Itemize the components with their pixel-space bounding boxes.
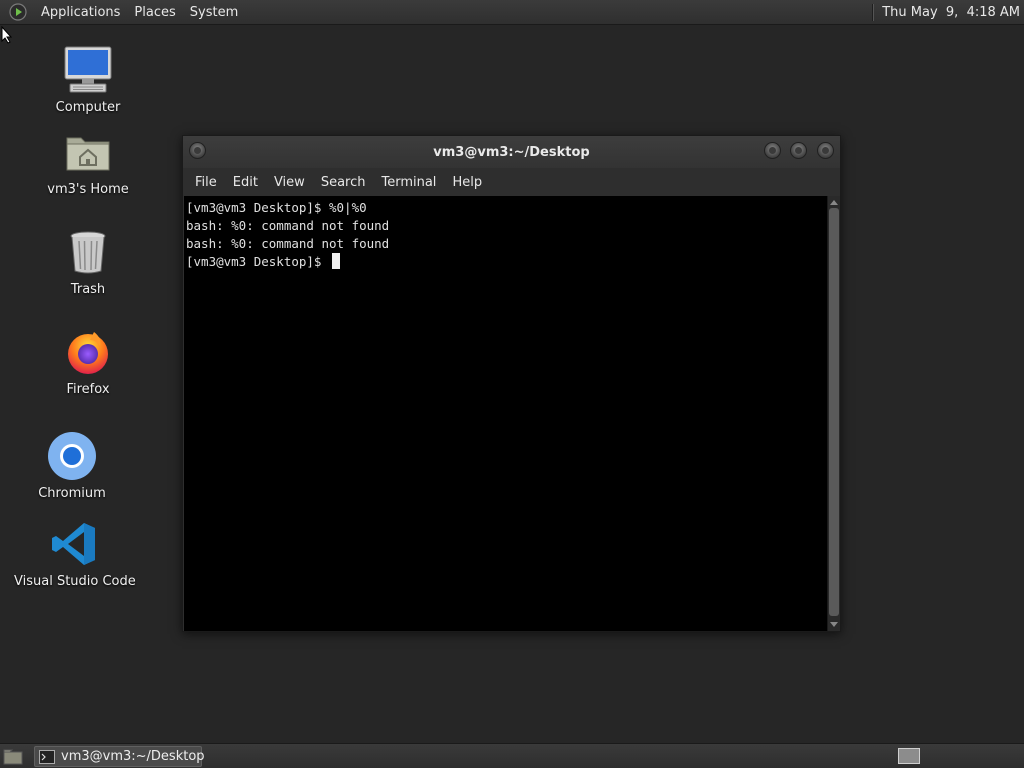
menu-edit[interactable]: Edit: [225, 175, 266, 190]
panel-separator: [872, 3, 875, 21]
desktop-icon-home[interactable]: vm3's Home: [28, 126, 148, 197]
desktop-icon-vscode[interactable]: Visual Studio Code: [14, 518, 136, 589]
trash-icon: [62, 226, 114, 278]
desktop-icon-firefox[interactable]: Firefox: [28, 326, 148, 397]
taskbar-item-terminal[interactable]: vm3@vm3:~/Desktop: [34, 746, 205, 767]
terminal-menubar: File Edit View Search Terminal Help: [183, 168, 840, 196]
terminal-line: bash: %0: command not found: [186, 218, 390, 233]
terminal-output[interactable]: [vm3@vm3 Desktop]$ %0|%0 bash: %0: comman…: [184, 196, 827, 631]
desktop-icon-computer[interactable]: Computer: [28, 44, 148, 115]
menu-file[interactable]: File: [187, 175, 225, 190]
bottom-panel: vm3@vm3:~/Desktop: [0, 743, 1024, 768]
menu-view[interactable]: View: [266, 175, 313, 190]
system-menu[interactable]: System: [183, 0, 245, 25]
desktop-icon-label: vm3's Home: [47, 182, 129, 197]
home-folder-icon: [62, 126, 114, 178]
show-desktop-icon[interactable]: [2, 747, 24, 766]
close-button[interactable]: [817, 142, 834, 159]
desktop-icon-chromium[interactable]: Chromium: [12, 430, 132, 501]
terminal-icon: [39, 749, 55, 764]
applications-menu[interactable]: Applications: [34, 0, 127, 25]
terminal-line: bash: %0: command not found: [186, 236, 390, 251]
workspace-switcher[interactable]: [898, 748, 920, 764]
desktop-icon-label: Trash: [70, 282, 106, 297]
window-menu-button[interactable]: [189, 142, 206, 159]
maximize-button[interactable]: [790, 142, 807, 159]
desktop-icon-label: Firefox: [66, 382, 110, 397]
menu-help[interactable]: Help: [444, 175, 490, 190]
minimize-button[interactable]: [764, 142, 781, 159]
desktop-icon-trash[interactable]: Trash: [28, 226, 148, 297]
desktop-icon-label: Visual Studio Code: [14, 574, 136, 589]
terminal-line: [vm3@vm3 Desktop]$ %0|%0: [186, 200, 367, 215]
terminal-window[interactable]: vm3@vm3:~/Desktop File Edit View Search …: [182, 135, 841, 632]
terminal-prompt: [vm3@vm3 Desktop]$: [186, 254, 329, 269]
vscode-icon: [48, 518, 100, 570]
menu-terminal[interactable]: Terminal: [373, 175, 444, 190]
desktop-icon-label: Computer: [55, 100, 121, 115]
places-menu[interactable]: Places: [127, 0, 182, 25]
desktop-icon-label: Chromium: [38, 486, 106, 501]
window-titlebar[interactable]: vm3@vm3:~/Desktop: [183, 136, 840, 168]
terminal-prompt-line: [vm3@vm3 Desktop]$: [186, 253, 825, 271]
taskbar-item-label: vm3@vm3:~/Desktop: [61, 749, 205, 764]
scroll-down-arrow-icon[interactable]: [830, 622, 838, 627]
text-cursor: [332, 253, 340, 269]
top-panel: Applications Places System Thu May 9, 4:…: [0, 0, 1024, 25]
firefox-icon: [62, 326, 114, 378]
chromium-icon: [46, 430, 98, 482]
scrollbar-thumb[interactable]: [829, 208, 839, 616]
clock[interactable]: Thu May 9, 4:18 AM: [882, 5, 1024, 20]
mouse-pointer-icon: [1, 26, 13, 44]
window-title: vm3@vm3:~/Desktop: [433, 144, 590, 160]
applications-logo-icon[interactable]: [8, 2, 28, 22]
menu-search[interactable]: Search: [313, 175, 374, 190]
scroll-up-arrow-icon[interactable]: [830, 200, 838, 205]
computer-icon: [62, 44, 114, 96]
terminal-scrollbar[interactable]: [827, 196, 840, 631]
